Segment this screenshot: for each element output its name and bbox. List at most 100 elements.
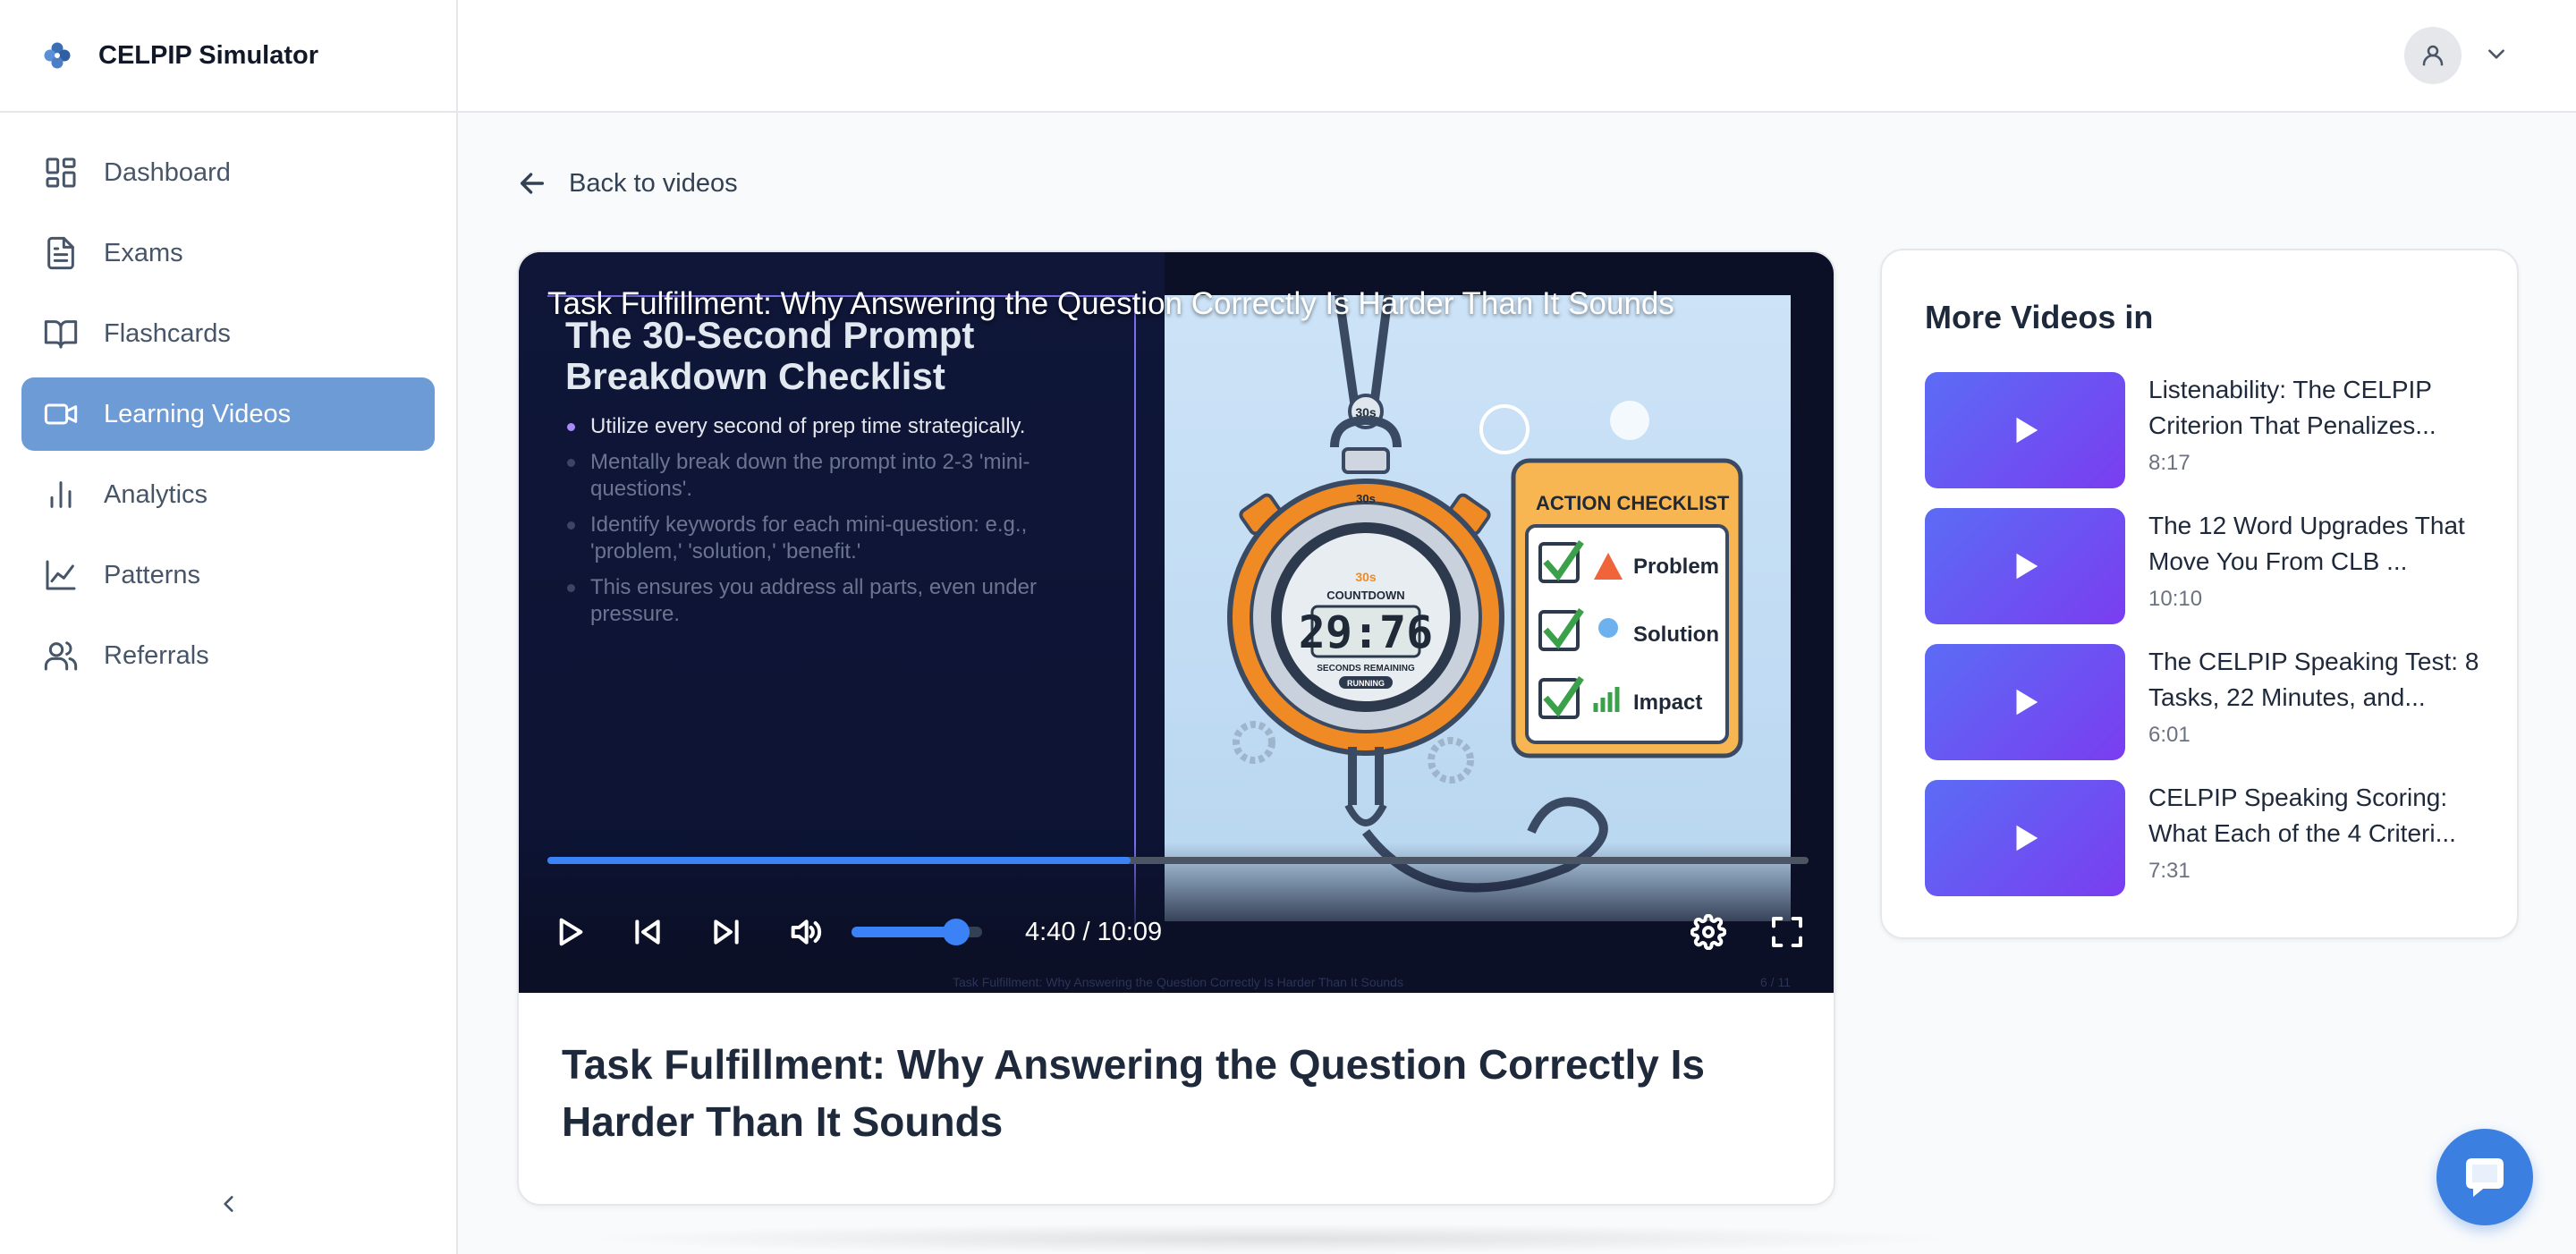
video-title: Task Fulfillment: Why Answering the Ques… [562, 1041, 1705, 1145]
volume-button[interactable] [784, 911, 826, 953]
video-meta: Listenability: The CELPIP Criterion That… [2148, 372, 2479, 488]
video-item-title[interactable]: The CELPIP Speaking Test: 8 Tasks, 22 Mi… [2148, 644, 2479, 716]
fullscreen-button[interactable] [1766, 911, 1809, 953]
sidebar-item-label: Referrals [104, 640, 209, 670]
video-thumbnail[interactable] [1925, 372, 2125, 488]
sidebar-nav: Dashboard Exams Flashcards Learning Vide… [0, 113, 456, 692]
video-meta: The CELPIP Speaking Test: 8 Tasks, 22 Mi… [2148, 644, 2479, 760]
video-item-title[interactable]: CELPIP Speaking Scoring: What Each of th… [2148, 780, 2479, 852]
stopwatch-30s: 30s [1355, 570, 1377, 584]
sidebar-collapse-button[interactable] [208, 1186, 250, 1222]
sidebar-item-learning-videos[interactable]: Learning Videos [21, 377, 435, 451]
list-item[interactable]: CELPIP Speaking Scoring: What Each of th… [1925, 780, 2479, 896]
volume-slider[interactable] [852, 919, 982, 945]
sidebar-item-flashcards[interactable]: Flashcards [21, 297, 435, 370]
checklist-item-problem: Problem [1633, 555, 1719, 579]
more-videos-panel: More Videos in Listenability: The CELPIP… [1880, 249, 2519, 939]
skip-forward-icon [714, 919, 739, 945]
video-item-title[interactable]: Listenability: The CELPIP Criterion That… [2148, 372, 2479, 444]
list-item[interactable]: The CELPIP Speaking Test: 8 Tasks, 22 Mi… [1925, 644, 2479, 760]
play-icon [2016, 553, 2038, 580]
slide-page-number: 6 / 11 [1760, 975, 1791, 989]
arrow-left-icon [520, 173, 545, 194]
sidebar-item-exams[interactable]: Exams [21, 216, 435, 290]
progress-bar-fill [547, 857, 1131, 864]
next-button[interactable] [705, 911, 748, 953]
play-button[interactable] [547, 911, 590, 953]
checklist-title: ACTION CHECKLIST [1536, 492, 1730, 514]
video-item-title[interactable]: The 12 Word Upgrades That Move You From … [2148, 508, 2479, 580]
page-bottom-shadow [572, 1224, 1968, 1254]
video-thumbnail[interactable] [1925, 780, 2125, 896]
stopwatch-time: 29:76 [1299, 606, 1434, 658]
gear-icon [1690, 914, 1726, 950]
stopwatch-remaining-label: SECONDS REMAINING [1317, 664, 1415, 674]
stopwatch-bezel-label: 30s [1356, 492, 1376, 505]
chat-button[interactable] [2436, 1129, 2533, 1225]
video-meta: CELPIP Speaking Scoring: What Each of th… [2148, 780, 2479, 896]
progress-bar[interactable] [547, 857, 1809, 864]
stopwatch-status: RUNNING [1347, 679, 1385, 688]
app-name: CELPIP Simulator [98, 40, 319, 70]
video-thumbnail[interactable] [1925, 508, 2125, 624]
bar-chart-icon [50, 481, 72, 508]
video-meta: The 12 Word Upgrades That Move You From … [2148, 508, 2479, 624]
video-player[interactable]: 30s 30s 30s COUNTDOWN 29:76 SECONDS REMA… [519, 252, 1834, 993]
player-controls-right [1687, 911, 1809, 953]
play-icon [2016, 689, 2038, 716]
video-item-duration: 10:10 [2148, 587, 2203, 611]
slide-bullet: This ensures you address all parts, even… [565, 574, 1102, 628]
checklist-item-solution: Solution [1633, 623, 1719, 647]
play-icon [559, 918, 583, 946]
volume-slider-fill [852, 927, 956, 937]
chevron-left-icon [224, 1196, 233, 1212]
back-link-label: Back to videos [569, 168, 738, 198]
video-card: 30s 30s 30s COUNTDOWN 29:76 SECONDS REMA… [517, 250, 1835, 1206]
play-icon [2016, 825, 2038, 852]
sidebar-item-referrals[interactable]: Referrals [21, 619, 435, 692]
sidebar: CELPIP Simulator Dashboard Exams Flashca… [0, 0, 458, 1254]
volume-slider-handle[interactable] [942, 919, 970, 945]
sidebar-item-label: Analytics [104, 479, 208, 509]
document-icon [47, 236, 74, 270]
slide-bullet: Mentally break down the prompt into 2-3 … [565, 449, 1102, 503]
sidebar-item-patterns[interactable]: Patterns [21, 538, 435, 612]
avatar[interactable] [2404, 27, 2462, 84]
more-videos-list: Listenability: The CELPIP Criterion That… [1925, 372, 2479, 916]
slide-bullets: Utilize every second of prep time strate… [565, 413, 1102, 637]
top-header [458, 0, 2576, 113]
stopwatch-checklist-illustration: 30s 30s 30s COUNTDOWN 29:76 SECONDS REMA… [1227, 295, 1743, 893]
list-item[interactable]: Listenability: The CELPIP Criterion That… [1925, 372, 2479, 488]
time-display: 4:40 / 10:09 [1025, 917, 1163, 946]
video-item-duration: 6:01 [2148, 723, 2190, 747]
slide-bullet: Utilize every second of prep time strate… [565, 413, 1102, 440]
sidebar-item-label: Flashcards [104, 318, 231, 348]
video-thumbnail[interactable] [1925, 644, 2125, 760]
volume-icon [791, 919, 822, 945]
video-camera-icon [44, 403, 78, 425]
dashboard-grid-icon [46, 157, 76, 188]
brand[interactable]: CELPIP Simulator [0, 0, 456, 113]
previous-button[interactable] [626, 911, 669, 953]
play-icon [2016, 417, 2038, 444]
skip-back-icon [635, 919, 660, 945]
user-icon [2422, 45, 2444, 66]
player-overlay-title: Task Fulfillment: Why Answering the Ques… [547, 286, 1674, 321]
sidebar-item-dashboard[interactable]: Dashboard [21, 136, 435, 209]
user-menu[interactable] [2404, 27, 2508, 84]
sidebar-item-label: Learning Videos [104, 399, 292, 428]
line-chart-icon [46, 560, 76, 590]
stopwatch-countdown-label: COUNTDOWN [1326, 589, 1404, 602]
clover-logo-icon [44, 42, 71, 69]
sidebar-item-label: Exams [104, 238, 183, 267]
users-icon [44, 641, 78, 671]
video-item-duration: 7:31 [2148, 859, 2190, 883]
settings-button[interactable] [1687, 911, 1730, 953]
back-to-videos-link[interactable]: Back to videos [517, 168, 738, 199]
list-item[interactable]: The 12 Word Upgrades That Move You From … [1925, 508, 2479, 624]
book-open-icon [44, 320, 78, 349]
sidebar-item-analytics[interactable]: Analytics [21, 458, 435, 531]
user-menu-dropdown[interactable] [2485, 42, 2508, 70]
video-item-duration: 8:17 [2148, 451, 2190, 475]
slide-heading: The 30-Second Prompt Breakdown Checklist [565, 314, 975, 397]
